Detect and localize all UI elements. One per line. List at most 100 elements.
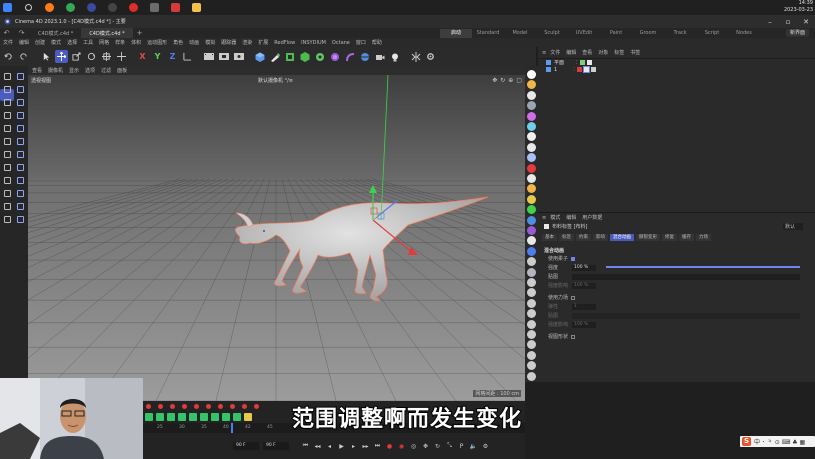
visibility-dots[interactable]: ⁚ [576,60,578,66]
layer-tool-icon[interactable] [233,413,241,421]
palette-swatch-icon[interactable] [527,101,536,111]
axis-z-icon[interactable]: Z [166,50,179,63]
menu-item[interactable]: 创建 [35,39,45,46]
axis-y-icon[interactable]: Y [151,50,164,63]
perspective-viewport[interactable]: 透视视图 默认摄像机 °/≡ ✥ ↻ ⊕ ▢ 网格间距 : 100 cm [28,75,525,401]
menu-item[interactable]: INSYDIUM [301,40,326,46]
next-key-icon[interactable]: ▸▸ [361,442,370,451]
chrome-icon[interactable] [63,0,78,15]
menu-item[interactable]: 文件 [3,39,13,46]
move-tool-icon[interactable] [55,50,68,63]
menu-item[interactable]: 选择 [67,39,77,46]
points-mode-icon[interactable] [15,71,26,82]
key-param-icon[interactable]: P [457,442,466,451]
attribute-tab[interactable]: 力场 [696,234,711,241]
obs-studio-icon[interactable] [147,0,162,15]
sound-icon[interactable]: 🔈 [469,442,478,451]
object-row-plane[interactable]: 平面 ⁚ [538,59,815,66]
doc-tab-active[interactable]: C4D模式.c4d * [81,28,133,38]
layer-tool-icon[interactable] [222,413,230,421]
palette-swatch-icon[interactable] [527,122,536,131]
minimize-button[interactable]: – [761,15,779,28]
ime-toolbar[interactable]: S 中 ･ ⺀ ⊙ ⌨ ♣ ▦ [740,436,815,447]
attribute-tab[interactable]: 缓存 [679,234,694,241]
viewport-label[interactable]: 透视视图 [31,77,51,84]
palette-swatch-icon[interactable] [527,153,536,163]
obs-icon[interactable] [105,0,120,15]
object-manager-menu-icon[interactable]: ≡ [542,50,546,56]
layer-tool-icon[interactable] [244,413,252,421]
menu-item[interactable]: 网格 [99,39,109,46]
layer-tool-icon[interactable] [167,413,175,421]
menu-item[interactable]: 模式 [51,39,61,46]
camera-icon[interactable] [373,50,386,63]
grid-icon[interactable] [2,149,13,160]
layout-tab[interactable]: Nodes [728,30,760,36]
attribute-menu-item[interactable]: 编辑 [566,214,576,221]
palette-swatch-icon[interactable] [527,330,536,339]
mode-select-icon[interactable] [2,71,13,82]
doc-tab[interactable]: C4D模式.c4d * [30,28,81,38]
subdivision-surface-icon[interactable] [283,50,296,63]
cinema4d-icon[interactable] [84,0,99,15]
key-position-icon[interactable]: ✥ [421,442,430,451]
strength-slider[interactable] [606,266,800,268]
end-frame-field[interactable]: 90 F [263,442,289,450]
attribute-tab[interactable]: 基本 [542,234,557,241]
layout-tab[interactable]: Groom [632,30,664,36]
live-select-icon[interactable] [40,50,53,63]
symmetry-icon[interactable] [409,50,422,63]
palette-swatch-icon[interactable] [527,319,536,329]
key-rotation-icon[interactable]: ↻ [433,442,442,451]
environment-icon[interactable] [358,50,371,63]
transform-tool-icon[interactable] [100,50,113,63]
orbit-icon[interactable]: ↻ [500,77,505,84]
layout-tab[interactable]: 启动 [440,28,472,38]
menu-item[interactable]: RedFlow [274,40,295,46]
strength-influence-field[interactable]: 100 % [572,282,596,289]
layout-tab[interactable]: Model [504,30,536,36]
soft-selection-icon[interactable] [15,149,26,160]
palette-swatch-icon[interactable] [527,163,536,173]
key-marker-icon[interactable] [158,404,163,409]
palette-swatch-icon[interactable] [527,257,536,267]
view-shape-checkbox[interactable] [571,334,576,339]
bevel-icon[interactable] [15,188,26,199]
close-button[interactable]: ✕ [797,15,815,28]
layout-tab[interactable]: Script [696,30,728,36]
palette-swatch-icon[interactable] [527,298,536,308]
object-manager-menu-item[interactable]: 对象 [598,49,608,56]
key-marker-icon[interactable] [206,404,211,409]
palette-swatch-icon[interactable] [527,278,536,287]
add-tab-icon[interactable]: + [137,29,143,37]
zoom-icon[interactable]: ⊕ [508,77,513,84]
menu-item[interactable]: 编辑 [19,39,29,46]
elasticity-field[interactable]: 1 [572,303,596,310]
palette-swatch-icon[interactable] [527,361,536,371]
snap-icon[interactable] [15,123,26,134]
keyframe-selection-icon[interactable]: ◎ [409,442,418,451]
menu-item[interactable]: 体积 [131,39,141,46]
viewport-menu-item[interactable]: 面板 [117,67,127,74]
attribute-tab[interactable]: 影响 [593,234,608,241]
use-target-checkbox[interactable] [571,256,576,261]
edges-mode-icon[interactable] [2,84,13,95]
palette-swatch-icon[interactable] [527,340,536,350]
palette-swatch-icon[interactable] [527,246,536,256]
layout-tab[interactable]: Paint [600,30,632,36]
bridge-icon[interactable] [15,175,26,186]
map-link-field[interactable] [572,273,800,280]
maximize-button[interactable]: ▫ [779,15,797,28]
texture-mode-icon[interactable] [15,110,26,121]
settings-gear-icon[interactable] [424,50,437,63]
axis-mode-icon[interactable] [2,123,13,134]
brush-icon[interactable] [15,162,26,173]
preset-dropdown[interactable]: 默认 [782,223,803,230]
layer-tool-icon[interactable] [178,413,186,421]
key-marker-icon[interactable] [194,404,199,409]
bend-deformer-icon[interactable] [343,50,356,63]
viewport-menu-item[interactable]: 摄像机 [48,67,63,74]
palette-swatch-icon[interactable] [527,236,536,246]
pinned-red-icon[interactable] [168,0,183,15]
menu-item[interactable]: 工具 [83,39,93,46]
